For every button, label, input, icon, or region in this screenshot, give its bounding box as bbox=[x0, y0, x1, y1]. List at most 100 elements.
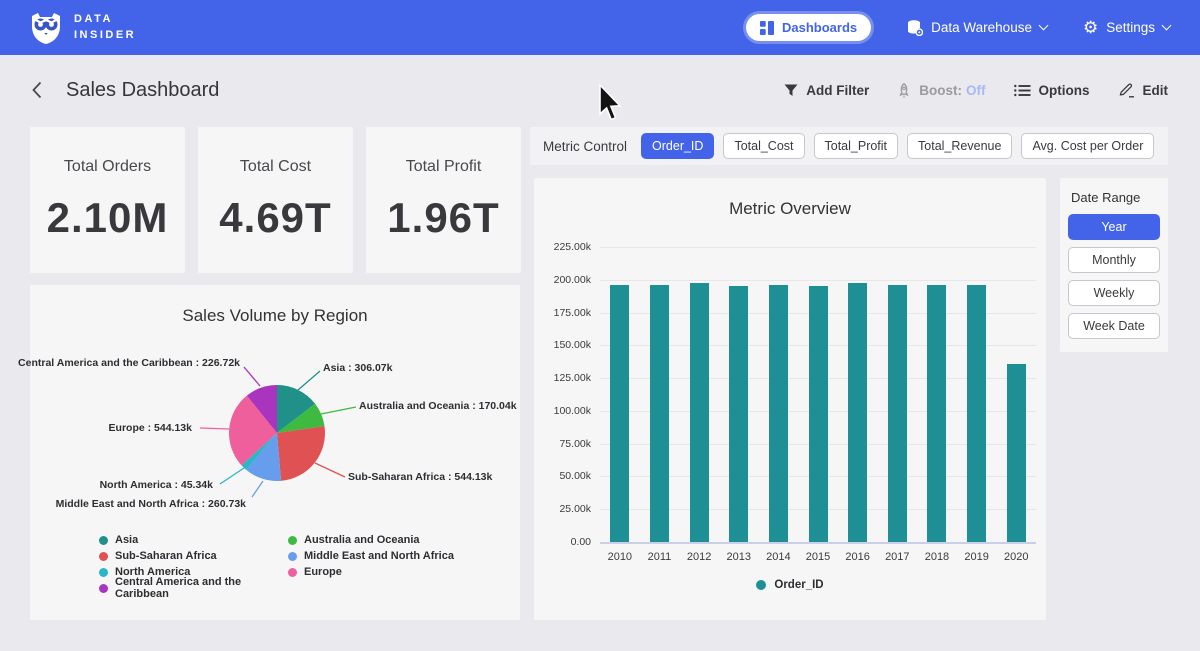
edit-label: Edit bbox=[1143, 83, 1169, 98]
pie-legend-item-europe: Europe bbox=[288, 564, 454, 580]
nav-dashboards-button[interactable]: Dashboards bbox=[746, 14, 871, 41]
legend-label: Middle East and North Africa bbox=[304, 550, 454, 562]
y-axis-tick: 225.00k bbox=[554, 241, 591, 253]
x-axis-label: 2018 bbox=[917, 551, 957, 563]
kpi-title: Total Orders bbox=[64, 158, 151, 176]
pie-leader-line bbox=[252, 481, 263, 497]
bar-chart-title: Metric Overview bbox=[534, 199, 1046, 219]
pie-legend-item-asia: Asia bbox=[99, 532, 288, 548]
x-axis-label: 2016 bbox=[838, 551, 878, 563]
legend-label: Europe bbox=[304, 566, 342, 578]
nav-settings-label: Settings bbox=[1106, 20, 1155, 35]
y-axis-tick: 75.00k bbox=[559, 438, 591, 450]
top-navbar: DATA INSIDER Dashboards Data Warehouse bbox=[0, 0, 1200, 55]
pie-leader-line bbox=[298, 371, 320, 390]
x-axis-label: 2010 bbox=[600, 551, 640, 563]
kpi-card-total-profit: Total Profit 1.96T bbox=[366, 127, 521, 273]
options-label: Options bbox=[1039, 83, 1090, 98]
y-axis-tick: 175.00k bbox=[554, 307, 591, 319]
brand-text: DATA INSIDER bbox=[74, 12, 136, 44]
pie-leader-line bbox=[315, 463, 345, 477]
dashboards-icon bbox=[760, 21, 774, 35]
bar-xaxis-labels: 2010201120122013201420152016201720182019… bbox=[600, 551, 1036, 563]
bar-2019[interactable] bbox=[967, 285, 986, 542]
metric-button-total-cost[interactable]: Total_Cost bbox=[723, 133, 804, 159]
bar-chart-card: Metric Overview 225.00k200.00k175.00k150… bbox=[534, 178, 1046, 620]
x-axis-label: 2013 bbox=[719, 551, 759, 563]
x-axis-label: 2020 bbox=[996, 551, 1036, 563]
gear-icon: ⚙ bbox=[1083, 19, 1098, 36]
boost-label: Boost: bbox=[919, 83, 962, 98]
date-range-button-monthly[interactable]: Monthly bbox=[1068, 247, 1160, 273]
legend-dot bbox=[99, 552, 108, 561]
metric-control-label: Metric Control bbox=[543, 139, 627, 154]
legend-dot bbox=[288, 536, 297, 545]
metric-button-total-revenue[interactable]: Total_Revenue bbox=[907, 133, 1012, 159]
pie-label-asia: Asia : 306.07k bbox=[323, 362, 392, 374]
page-header: Sales Dashboard Add Filter Boost:Off Opt… bbox=[0, 55, 1200, 125]
legend-dot bbox=[99, 536, 108, 545]
bar-2013[interactable] bbox=[729, 286, 748, 542]
x-axis-label: 2012 bbox=[679, 551, 719, 563]
filter-icon bbox=[784, 84, 798, 97]
kpi-value: 1.96T bbox=[387, 194, 499, 242]
date-range-button-week-date[interactable]: Week Date bbox=[1068, 313, 1160, 339]
boost-toggle[interactable]: Boost:Off bbox=[897, 83, 985, 98]
legend-label: Asia bbox=[115, 534, 138, 546]
legend-label: Sub-Saharan Africa bbox=[115, 550, 217, 562]
metric-buttons: Order_ID Total_Cost Total_Profit Total_Reve… bbox=[641, 133, 1154, 159]
chevron-down-icon bbox=[1039, 21, 1049, 31]
pie-label-middle-east-and-north-africa: Middle East and North Africa : 260.73k bbox=[56, 498, 246, 510]
y-axis-tick: 150.00k bbox=[554, 339, 591, 351]
bar-2018[interactable] bbox=[927, 285, 946, 542]
y-axis-tick: 0.00 bbox=[571, 536, 591, 548]
back-button[interactable] bbox=[32, 81, 42, 99]
pie-leader-line bbox=[200, 428, 229, 429]
x-axis-label: 2015 bbox=[798, 551, 838, 563]
kpi-card-total-orders: Total Orders 2.10M bbox=[30, 127, 185, 273]
legend-dot bbox=[99, 584, 108, 593]
edit-button[interactable]: Edit bbox=[1118, 82, 1169, 98]
add-filter-button[interactable]: Add Filter bbox=[784, 83, 869, 98]
pie-leader-line bbox=[220, 468, 244, 484]
metric-button-avg-cost-per-order[interactable]: Avg. Cost per Order bbox=[1021, 133, 1154, 159]
date-range-buttons: Year Monthly Weekly Week Date bbox=[1068, 214, 1160, 339]
pie-leader-line bbox=[244, 367, 260, 386]
y-axis-tick: 50.00k bbox=[559, 470, 591, 482]
x-axis-label: 2019 bbox=[957, 551, 997, 563]
bar-plot: 225.00k200.00k175.00k150.00k125.00k100.0… bbox=[600, 247, 1036, 544]
legend-label: Central America and the Caribbean bbox=[115, 576, 288, 600]
nav-settings-menu[interactable]: ⚙ Settings bbox=[1083, 19, 1170, 36]
y-axis-tick: 200.00k bbox=[554, 274, 591, 286]
kpi-title: Total Profit bbox=[406, 158, 482, 176]
metric-button-order-id[interactable]: Order_ID bbox=[641, 133, 714, 159]
back-chevron-icon bbox=[32, 81, 42, 99]
legend-dot bbox=[288, 568, 297, 577]
bar-2014[interactable] bbox=[769, 285, 788, 542]
bar-2012[interactable] bbox=[690, 283, 709, 542]
bar-2020[interactable] bbox=[1007, 364, 1026, 542]
legend-dot bbox=[99, 568, 108, 577]
legend-label: Australia and Oceania bbox=[304, 534, 420, 546]
pie-legend-item-central-america-and-the-caribbean: Central America and the Caribbean bbox=[99, 580, 288, 596]
bar-2015[interactable] bbox=[809, 286, 828, 542]
pencil-icon bbox=[1118, 82, 1135, 98]
pie-slice-sub-saharan-africa[interactable] bbox=[277, 426, 325, 481]
date-range-button-year[interactable]: Year bbox=[1068, 214, 1160, 240]
owl-logo-icon bbox=[28, 10, 64, 46]
pie-label-sub-saharan-africa: Sub-Saharan Africa : 544.13k bbox=[348, 471, 492, 483]
bar-2017[interactable] bbox=[888, 285, 907, 542]
options-button[interactable]: Options bbox=[1014, 83, 1090, 98]
bar-2016[interactable] bbox=[848, 283, 867, 542]
pie-label-north-america: North America : 45.34k bbox=[100, 479, 213, 491]
date-range-button-weekly[interactable]: Weekly bbox=[1068, 280, 1160, 306]
bar-2010[interactable] bbox=[610, 285, 629, 542]
kpi-card-total-cost: Total Cost 4.69T bbox=[198, 127, 353, 273]
database-icon bbox=[907, 20, 923, 36]
brand-logo: DATA INSIDER bbox=[28, 10, 136, 46]
nav-data-warehouse-menu[interactable]: Data Warehouse bbox=[907, 20, 1047, 36]
x-axis-label: 2017 bbox=[877, 551, 917, 563]
legend-label: Order_ID bbox=[774, 579, 823, 591]
metric-button-total-profit[interactable]: Total_Profit bbox=[814, 133, 899, 159]
bar-2011[interactable] bbox=[650, 285, 669, 542]
